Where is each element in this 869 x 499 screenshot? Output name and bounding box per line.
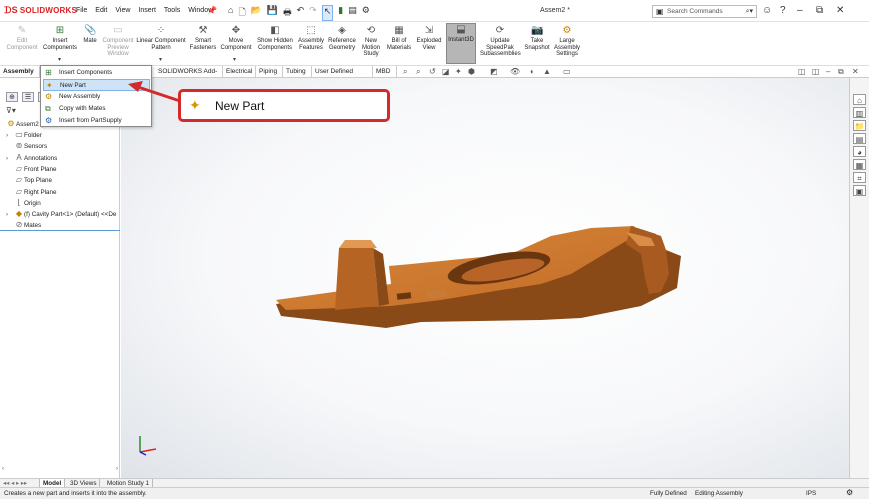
customize-status-icon[interactable]: ⚙ — [846, 488, 853, 497]
status-bar: Creates a new part and inserts it into t… — [0, 487, 869, 499]
status-hint: Creates a new part and inserts it into t… — [4, 490, 147, 497]
new-part-callout: ✦ New Part — [178, 89, 390, 122]
callout-arrow-layer — [128, 81, 181, 103]
status-editing-mode: Editing Assembly — [695, 490, 743, 497]
callout-label: New Part — [215, 99, 265, 113]
status-units[interactable]: IPS — [806, 490, 816, 497]
status-fully-defined: Fully Defined — [650, 490, 687, 497]
bottom-tabs: ◂◂ ◂ ▸ ▸▸ Model 3D Views Motion Study 1 — [0, 478, 869, 488]
new-part-icon: ✦ — [189, 97, 201, 113]
callout-arrow-line — [137, 85, 181, 103]
